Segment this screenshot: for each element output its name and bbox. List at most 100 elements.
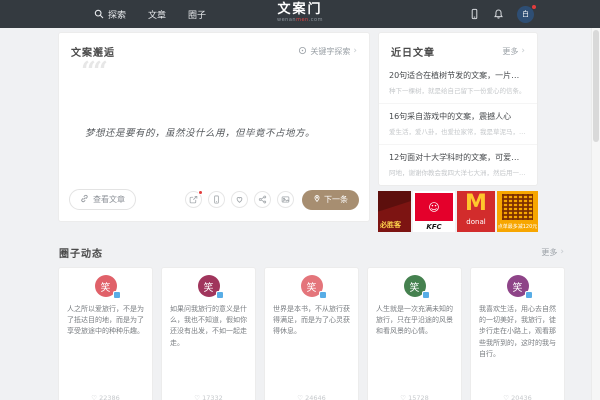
page-content: 文案邂逅 关键字探索 › ““ 梦想还是要有的，虽然没什么用，但毕竟不占地方。 bbox=[58, 32, 565, 400]
post-card[interactable]: 笑 如果问我旅行的意义是什么，我也不知道，假如你还没有出发，不如一起走走。 ♡ … bbox=[161, 267, 256, 400]
next-quote-button[interactable]: 下一条 bbox=[302, 190, 359, 210]
keyword-explore-label: 关键字探索 bbox=[310, 46, 350, 57]
mcdonalds-arches-icon: M bbox=[465, 191, 487, 217]
article-subtitle: 爱生活，爱八卦，也爱拉家常，我是草泥马，四天... bbox=[389, 126, 527, 136]
like-heart-button[interactable] bbox=[231, 191, 248, 208]
pin-icon bbox=[313, 194, 321, 205]
ad-tile-kfc[interactable]: ☺ KFC bbox=[413, 191, 455, 232]
like-icon: ♡ bbox=[297, 394, 303, 400]
post-avatar: 笑 bbox=[301, 275, 323, 297]
article-subtitle: 种下一棵树，就是给自己留下一份爱心的信条。 bbox=[389, 85, 527, 95]
like-count: 22386 bbox=[99, 394, 120, 400]
circle-posts: 笑 人之所以爱旅行，不是为了抵达目的地，而是为了享受旅途中的种种乐趣。 ♡ 22… bbox=[58, 267, 565, 400]
keyword-explore-link[interactable]: 关键字探索 › bbox=[298, 46, 357, 57]
kfc-colonel-icon: ☺ bbox=[415, 193, 453, 221]
avatar-initial: 白 bbox=[522, 9, 529, 19]
user-avatar[interactable]: 白 bbox=[517, 6, 534, 23]
nav-item-articles[interactable]: 文章 bbox=[148, 8, 166, 21]
verified-badge-icon bbox=[422, 291, 430, 299]
nav-item-explore[interactable]: 探索 bbox=[94, 8, 126, 21]
post-text: 世界是本书，不从旅行获得满足，而是为了心灵获得休息。 bbox=[273, 304, 350, 338]
post-likes[interactable]: ♡ 22386 bbox=[59, 394, 152, 400]
notifications-bell-icon[interactable] bbox=[493, 8, 504, 20]
link-icon bbox=[80, 194, 89, 205]
mobile-app-icon[interactable] bbox=[469, 8, 480, 20]
like-count: 20436 bbox=[511, 394, 532, 400]
mcdonalds-label: donal bbox=[466, 217, 485, 227]
ad-tile-qr-coupon[interactable]: 点单最多减120元 bbox=[497, 191, 538, 232]
publish-button[interactable] bbox=[185, 191, 202, 208]
chevron-right-icon: › bbox=[560, 248, 564, 257]
scrollbar-thumb[interactable] bbox=[593, 30, 599, 142]
article-item[interactable]: 20句适合在植树节发的文案，一片绿色，净化... 种下一棵树，就是给自己留下一份… bbox=[379, 63, 537, 103]
circle-more-link[interactable]: 更多 › bbox=[541, 247, 564, 258]
qr-code-icon bbox=[502, 194, 533, 220]
article-title: 16句采自游戏中的文案，震撼人心 bbox=[389, 111, 527, 122]
kfc-label: KFC bbox=[413, 221, 455, 232]
post-avatar: 笑 bbox=[404, 275, 426, 297]
site-logo[interactable]: 文案门 wenanmen.com bbox=[277, 2, 323, 23]
verified-badge-icon bbox=[319, 291, 327, 299]
post-card[interactable]: 笑 我喜欢生活，用心去自然的一切美好，我旅行，徒步行走在小路上，观看那些我所到的… bbox=[470, 267, 565, 400]
ad-tile-pizza-hut[interactable]: 必胜客 bbox=[378, 191, 411, 232]
notification-badge bbox=[531, 4, 537, 10]
post-likes[interactable]: ♡ 17332 bbox=[162, 394, 255, 400]
post-text: 如果问我旅行的意义是什么，我也不知道，假如你还没有出发，不如一起走走。 bbox=[170, 304, 247, 349]
view-article-button[interactable]: 查看文章 bbox=[69, 189, 136, 210]
verified-badge-icon bbox=[113, 291, 121, 299]
top-navbar: 探索 文章 圈子 文案门 wenanmen.com 白 bbox=[0, 0, 600, 28]
like-icon: ♡ bbox=[91, 394, 97, 400]
circle-section-title: 圈子动态 bbox=[59, 245, 103, 260]
chevron-right-icon: › bbox=[521, 47, 525, 56]
article-item[interactable]: 12句面对十大学科时的文案，可爱的表达了无... 阿地，谢谢你教会我四大洋七大洲… bbox=[379, 144, 537, 185]
phone-view-button[interactable] bbox=[208, 191, 225, 208]
like-count: 24646 bbox=[305, 394, 326, 400]
post-likes[interactable]: ♡ 20436 bbox=[471, 394, 564, 400]
post-likes[interactable]: ♡ 15728 bbox=[368, 394, 461, 400]
nav-label-articles: 文章 bbox=[148, 8, 166, 21]
post-card[interactable]: 笑 人生就是一次充满未知的旅行，只在乎沿途的风景和看风景的心情。 ♡ 15728 bbox=[367, 267, 462, 400]
site-domain: wenanmen.com bbox=[277, 17, 323, 23]
view-article-label: 查看文章 bbox=[93, 194, 125, 205]
post-text: 人生就是一次充满未知的旅行，只在乎沿途的风景和看风景的心情。 bbox=[376, 304, 453, 338]
site-title: 文案门 bbox=[277, 2, 323, 17]
post-text: 人之所以爱旅行，不是为了抵达目的地，而是为了享受旅途中的种种乐趣。 bbox=[67, 304, 144, 338]
navbar-right: 白 bbox=[469, 0, 534, 28]
recent-more-link[interactable]: 更多 › bbox=[502, 46, 525, 57]
like-count: 17332 bbox=[202, 394, 223, 400]
post-avatar: 笑 bbox=[198, 275, 220, 297]
quote-encounter-card: 文案邂逅 关键字探索 › ““ 梦想还是要有的，虽然没什么用，但毕竟不占地方。 bbox=[58, 32, 370, 222]
nav-label-explore: 探索 bbox=[108, 8, 126, 21]
chevron-right-icon: › bbox=[353, 47, 357, 56]
article-title: 20句适合在植树节发的文案，一片绿色，净化... bbox=[389, 70, 527, 81]
article-item[interactable]: 16句采自游戏中的文案，震撼人心 爱生活，爱八卦，也爱拉家常，我是草泥马，四天.… bbox=[379, 103, 537, 144]
recent-articles-title: 近日文章 bbox=[391, 44, 435, 59]
share-button[interactable] bbox=[254, 191, 271, 208]
post-card[interactable]: 笑 世界是本书，不从旅行获得满足，而是为了心灵获得休息。 ♡ 24646 bbox=[264, 267, 359, 400]
ad-tile-mcdonalds[interactable]: M donal bbox=[457, 191, 495, 232]
post-avatar: 笑 bbox=[95, 275, 117, 297]
like-icon: ♡ bbox=[400, 394, 406, 400]
post-avatar: 笑 bbox=[507, 275, 529, 297]
publish-badge bbox=[198, 190, 203, 195]
nav-menu: 探索 文章 圈子 bbox=[94, 8, 206, 21]
food-ad-banner: 必胜客 ☺ KFC M donal 点单最多减120元 bbox=[378, 191, 538, 232]
verified-badge-icon bbox=[525, 291, 533, 299]
post-card[interactable]: 笑 人之所以爱旅行，不是为了抵达目的地，而是为了享受旅途中的种种乐趣。 ♡ 22… bbox=[58, 267, 153, 400]
quote-text: 梦想还是要有的，虽然没什么用，但毕竟不占地方。 bbox=[85, 125, 349, 139]
search-icon bbox=[94, 9, 104, 19]
page-scrollbar bbox=[591, 28, 600, 400]
recent-articles-card: 近日文章 更多 › 20句适合在植树节发的文案，一片绿色，净化... 种下一棵树… bbox=[378, 32, 538, 186]
like-icon: ♡ bbox=[503, 394, 509, 400]
post-text: 我喜欢生活，用心去自然的一切美好，我旅行，徒步行走在小路上，观看那些我所到的，这… bbox=[479, 304, 556, 360]
encounter-toolbar: 查看文章 bbox=[59, 189, 369, 221]
pizza-hut-label: 必胜客 bbox=[380, 220, 401, 230]
post-likes[interactable]: ♡ 24646 bbox=[265, 394, 358, 400]
nav-item-circles[interactable]: 圈子 bbox=[188, 8, 206, 21]
like-icon: ♡ bbox=[194, 394, 200, 400]
quote-mark-icon: ““ bbox=[81, 57, 105, 87]
target-icon bbox=[298, 46, 307, 57]
verified-badge-icon bbox=[216, 291, 224, 299]
image-card-button[interactable] bbox=[277, 191, 294, 208]
article-title: 12句面对十大学科时的文案，可爱的表达了无... bbox=[389, 152, 527, 163]
